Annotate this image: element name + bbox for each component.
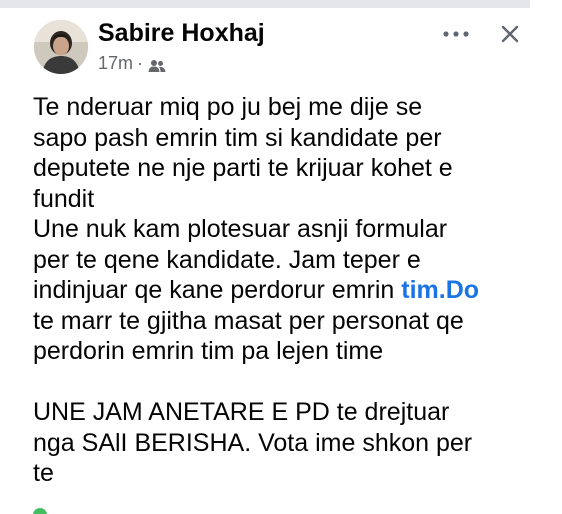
- author-name[interactable]: Sabire Hoxhaj: [98, 18, 265, 48]
- post-line: sapo pash emrin tim si kandidate per: [33, 123, 442, 152]
- post-line: fundit: [33, 184, 95, 213]
- post-line: Une nuk kam plotesuar asnji formular: [33, 215, 448, 243]
- friends-icon[interactable]: [148, 56, 166, 72]
- post-line: te: [33, 459, 54, 487]
- post-line: deputete ne nje parti te krijuar kohet e: [33, 154, 453, 182]
- post-time[interactable]: 17m: [98, 52, 133, 74]
- post-line: nga SAlI BERISHA. Vota ime shkon per: [33, 428, 473, 457]
- top-divider: [0, 0, 530, 8]
- post-line: te marr te gjitha masat per personat qe: [33, 306, 464, 335]
- post-line: Te nderuar miq po ju bej me dije se: [33, 93, 423, 121]
- avatar[interactable]: [34, 20, 88, 74]
- post-header: Sabire Hoxhaj 17m ·: [34, 18, 534, 80]
- post-meta: 17m ·: [98, 52, 166, 74]
- post-link[interactable]: tim.Do: [401, 276, 479, 304]
- more-icon[interactable]: [438, 20, 474, 48]
- post-line: perdorin emrin tim pa lejen time: [33, 337, 384, 365]
- reaction-icon: [33, 508, 47, 514]
- meta-separator: ·: [137, 53, 144, 73]
- post-card: Sabire Hoxhaj 17m · Te nderuar miq po ju…: [0, 0, 562, 514]
- post-line: per te qene kandidate. Jam teper e: [33, 245, 421, 274]
- close-icon[interactable]: [494, 20, 526, 48]
- post-body: Te nderuar miq po ju bej me dije se sapo…: [33, 92, 562, 489]
- post-line: UNE JAM ANETARE E PD te drejtuar: [33, 398, 450, 426]
- post-line-with-link: indinjuar qe kane perdorur emrin tim.Do: [33, 275, 562, 306]
- post-line-text: indinjuar qe kane perdorur emrin: [33, 276, 402, 304]
